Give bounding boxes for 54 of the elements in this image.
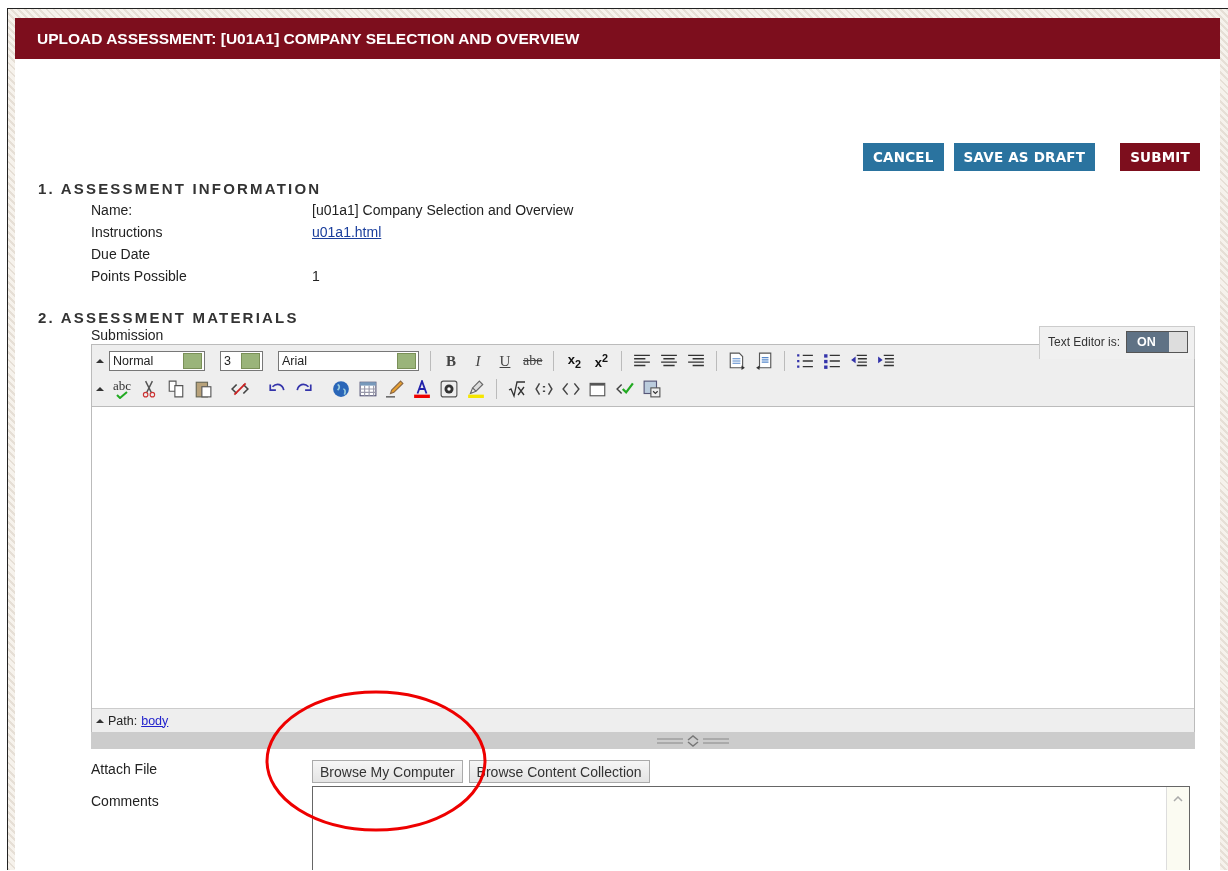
globe-icon[interactable] bbox=[332, 380, 351, 398]
strikethrough-button[interactable]: abe bbox=[523, 353, 543, 369]
browse-button[interactable]: Browse My Computer bbox=[312, 760, 463, 783]
code-icon[interactable] bbox=[562, 380, 581, 398]
toggle-switch[interactable]: ON bbox=[1126, 331, 1188, 353]
path-label: Path: bbox=[108, 713, 138, 728]
media-icon[interactable] bbox=[440, 380, 459, 398]
field-label: Name: bbox=[91, 202, 134, 218]
collapse-icon[interactable] bbox=[96, 717, 104, 724]
text-color-icon[interactable] bbox=[413, 380, 432, 398]
field-label: Submission bbox=[91, 327, 164, 343]
collapse-icon[interactable] bbox=[96, 358, 104, 364]
field-label: Comments bbox=[91, 792, 160, 811]
highlighter-icon[interactable] bbox=[467, 380, 486, 398]
resize-grip-icon[interactable] bbox=[657, 734, 729, 747]
numbered-list-icon[interactable] bbox=[796, 352, 815, 370]
underline-button[interactable]: U bbox=[496, 352, 514, 370]
subscript-button[interactable]: x$_{2}$ bbox=[565, 352, 584, 370]
toggle-label: Text Editor is: bbox=[1047, 335, 1120, 349]
action-button[interactable]: CANCEL bbox=[863, 143, 944, 171]
field-value: 1 bbox=[312, 268, 320, 284]
window-icon[interactable] bbox=[589, 380, 608, 398]
field-label: Instructions bbox=[91, 224, 164, 240]
section-heading: 2. ASSESSMENT MATERIALS bbox=[38, 309, 300, 326]
document-icon[interactable] bbox=[755, 352, 774, 370]
check-icon bbox=[116, 390, 128, 399]
section-heading: 1. ASSESSMENT INFORMATION bbox=[38, 180, 323, 197]
code-expand-icon[interactable] bbox=[535, 380, 554, 398]
copy-icon[interactable] bbox=[167, 380, 186, 398]
field-label: Attach File bbox=[91, 760, 159, 777]
instructions-link[interactable]: u01a1.html bbox=[312, 224, 382, 240]
pencil-icon[interactable] bbox=[386, 380, 405, 398]
path-link[interactable]: body bbox=[141, 713, 169, 728]
table-properties-icon[interactable] bbox=[643, 380, 662, 398]
document-icon[interactable] bbox=[728, 352, 747, 370]
size-select[interactable]: 3 bbox=[220, 351, 263, 371]
bold-button[interactable]: B bbox=[442, 352, 460, 370]
field-label: Due Date bbox=[91, 246, 152, 262]
bullet-list-icon[interactable] bbox=[823, 352, 842, 370]
page-title: UPLOAD ASSESSMENT: [U01A1] COMPANY SELECTION AND OVERVIEW bbox=[37, 29, 580, 48]
field-value: [u01a1] Company Selection and Overview bbox=[312, 202, 574, 218]
superscript-button[interactable]: x$^{2}$ bbox=[592, 351, 611, 371]
collapse-icon[interactable] bbox=[96, 386, 104, 392]
paste-icon[interactable] bbox=[194, 380, 213, 398]
font-select[interactable]: Arial bbox=[278, 351, 419, 371]
spellcheck-button[interactable]: abc bbox=[113, 379, 132, 399]
style-select[interactable]: Normal bbox=[109, 351, 205, 371]
table-icon[interactable] bbox=[359, 380, 378, 398]
math-icon[interactable] bbox=[508, 380, 527, 398]
remove-link-icon[interactable] bbox=[231, 380, 250, 398]
italic-button[interactable]: I bbox=[469, 352, 487, 370]
field-label: Points Possible bbox=[91, 268, 188, 284]
submit-button[interactable]: SUBMIT bbox=[1120, 143, 1200, 171]
action-button[interactable]: SAVE AS DRAFT bbox=[953, 143, 1096, 171]
